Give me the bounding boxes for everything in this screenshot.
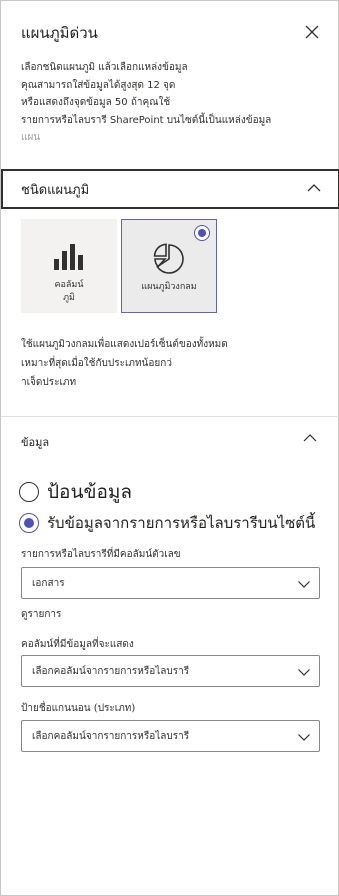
view-list-link[interactable]: ดูรายการ <box>21 607 61 622</box>
pie-chart-icon <box>122 242 216 276</box>
intro-line: คุณสามารถใส่ข้อมูลได้สูงสุด 12 จุด <box>21 79 176 91</box>
chart-type-section-title: ชนิดแผนภูมิ <box>21 182 90 198</box>
chart-description: ใช้แผนภูมิวงกลมเพื่อแสดงเปอร์เซ็นต์ของทั… <box>21 335 321 392</box>
horizontal-axis-dropdown[interactable]: เลือกคอลัมน์จากรายการหรือไลบรารี <box>21 720 320 752</box>
list-dropdown-value: เอกสาร <box>32 577 65 589</box>
column-chart-icon <box>21 243 117 271</box>
column-chart-tile[interactable]: คอลัมน์ ภูมิ <box>21 219 117 313</box>
get-data-from-list-radio[interactable]: รับข้อมูลจากรายการหรือไลบรารีบนไซต์นี้ <box>19 511 315 535</box>
close-button[interactable] <box>301 21 323 43</box>
enter-data-label: ป้อนข้อมูล <box>47 481 133 503</box>
pane-title: แผนภูมิด่วน <box>21 24 98 42</box>
chart-type-section-header[interactable]: ชนิดแผนภูมิ <box>1 169 339 209</box>
intro-line: หรือแสดงถึงจุดข้อมูล 50 ถ้าคุณใช้ <box>21 97 171 108</box>
data-column-dropdown[interactable]: เลือกคอลัมน์จากรายการหรือไลบรารี <box>21 655 320 687</box>
chevron-down-icon <box>297 665 311 682</box>
intro-line: แผน <box>21 132 41 143</box>
chevron-up-icon <box>306 180 322 200</box>
data-column-dropdown-value: เลือกคอลัมน์จากรายการหรือไลบรารี <box>32 665 190 677</box>
horizontal-axis-dropdown-value: เลือกคอลัมน์จากรายการหรือไลบรารี <box>32 730 190 742</box>
intro-line: รายการหรือไลบรารี SharePoint บนไซต์นี้เป… <box>21 114 272 126</box>
enter-data-radio[interactable]: ป้อนข้อมูล <box>19 477 132 507</box>
section-divider <box>1 416 339 417</box>
list-field-label: รายการหรือไลบรารีที่มีคอลัมน์ตัวเลข <box>21 549 181 560</box>
list-dropdown[interactable]: เอกสาร <box>21 567 320 599</box>
pie-chart-tile[interactable]: แผนภูมิวงกลม <box>121 219 217 313</box>
description-line: าเจ็ดประเภท <box>21 377 77 388</box>
data-column-label: คอลัมน์ที่มีข้อมูลที่จะแสดง <box>21 639 134 650</box>
intro-line: เลือกชนิดแผนภูมิ แล้วเลือกแหล่งข้อมูล <box>21 62 188 73</box>
chevron-down-icon <box>297 577 311 594</box>
data-section-title: ข้อมูล <box>21 436 50 449</box>
selected-radio-icon <box>194 225 210 241</box>
property-pane: แผนภูมิด่วน เลือกชนิดแผนภูมิ แล้วเลือกแห… <box>0 0 339 896</box>
radio-circle <box>19 482 39 502</box>
chevron-down-icon <box>297 730 311 747</box>
pie-chart-label: แผนภูมิวงกลม <box>141 282 197 292</box>
close-icon <box>305 25 319 39</box>
intro-text: เลือกชนิดแผนภูมิ แล้วเลือกแหล่งข้อมูล คุ… <box>21 59 321 147</box>
radio-circle <box>19 513 39 533</box>
description-line: เหมาะที่สุดเมื่อใช้กับประเภทน้อยกว่ <box>21 358 172 369</box>
column-chart-label: คอลัมน์ ภูมิ <box>54 280 84 303</box>
get-data-from-list-label: รับข้อมูลจากรายการหรือไลบรารีบนไซต์นี้ <box>47 514 316 532</box>
description-line: ใช้แผนภูมิวงกลมเพื่อแสดงเปอร์เซ็นต์ของทั… <box>21 339 228 350</box>
chevron-up-icon <box>303 434 317 442</box>
data-section-toggle[interactable] <box>301 429 319 451</box>
horizontal-axis-label: ป้ายชื่อแกนนอน (ประเภท) <box>21 703 136 714</box>
